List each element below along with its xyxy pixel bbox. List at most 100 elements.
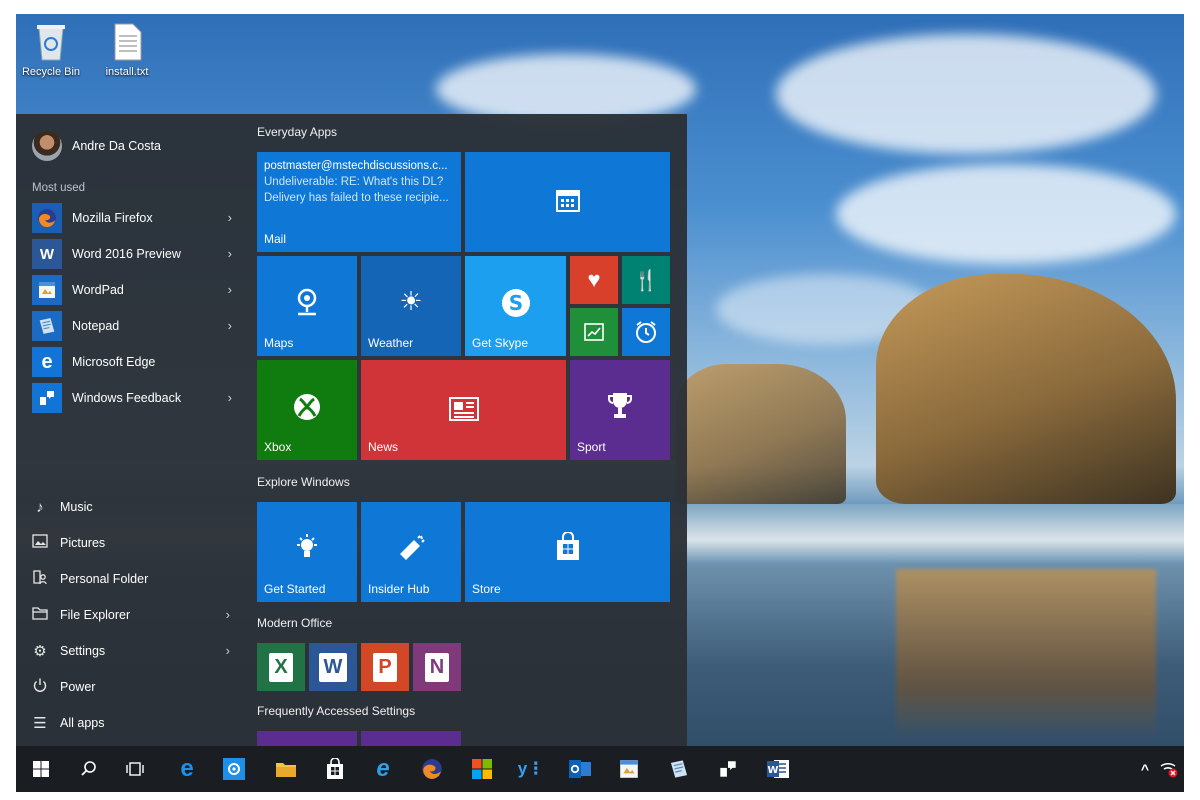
store-icon[interactable] [320, 754, 350, 784]
outlook-icon[interactable] [565, 754, 595, 784]
chevron-right-icon[interactable]: › [226, 607, 230, 622]
tile-powerpoint[interactable]: P [361, 643, 409, 691]
desktop-icon-label: install.txt [105, 66, 149, 78]
app-item-word-2016[interactable]: W Word 2016 Preview › [32, 236, 232, 272]
firefox-icon[interactable] [417, 754, 447, 784]
fork-knife-icon: 🍴 [633, 269, 659, 292]
chevron-right-icon[interactable]: › [228, 390, 232, 405]
xbox-icon [257, 392, 357, 427]
word-icon[interactable]: W [763, 754, 793, 784]
tile-insider-hub[interactable]: Insider Hub [361, 502, 461, 602]
wallpaper-cloud [836, 164, 1176, 264]
tile-excel[interactable]: X [257, 643, 305, 691]
internet-explorer-icon[interactable]: e [368, 754, 398, 784]
wordpad-icon[interactable] [614, 754, 644, 784]
app-label: Mozilla Firefox [72, 211, 153, 225]
tile-get-skype[interactable]: S Get Skype [465, 256, 566, 356]
app-item-edge[interactable]: e Microsoft Edge [32, 344, 232, 380]
place-label: Pictures [60, 536, 106, 550]
tile-money[interactable] [570, 308, 618, 356]
place-item-pictures[interactable]: Pictures [30, 525, 230, 561]
tile-word[interactable]: W [309, 643, 357, 691]
tile-maps[interactable]: Maps [257, 256, 357, 356]
heart-icon: ♥ [587, 267, 601, 292]
tile-store[interactable]: Store [465, 502, 670, 602]
tile-label: Maps [264, 336, 294, 350]
app-label: Windows Feedback [72, 391, 182, 405]
chevron-right-icon[interactable]: › [228, 318, 232, 333]
place-label: File Explorer [60, 608, 131, 622]
gear-icon: ⚙ [33, 643, 47, 660]
taskbar: e e y⋮ W ^ [16, 746, 1184, 792]
feedback-icon [32, 383, 62, 413]
tile-weather[interactable]: ☀ Weather [361, 256, 461, 356]
desktop-icon-install-txt[interactable]: install.txt [92, 22, 162, 78]
tile-xbox[interactable]: Xbox [257, 360, 357, 460]
tile-food[interactable]: 🍴 [622, 256, 670, 304]
svg-text:W: W [767, 765, 778, 776]
file-explorer-icon[interactable] [271, 754, 301, 784]
place-item-file-explorer[interactable]: File Explorer › [30, 597, 230, 633]
tile-label: Get Skype [472, 336, 529, 350]
place-item-personal-folder[interactable]: Personal Folder [30, 561, 230, 597]
place-item-power[interactable]: Power [30, 669, 230, 705]
desktop-icon-label: Recycle Bin [21, 66, 81, 78]
place-item-music[interactable]: ♪ Music [30, 489, 230, 525]
chevron-right-icon[interactable]: › [228, 282, 232, 297]
wallpaper-rock-arch [876, 274, 1176, 504]
task-view-icon[interactable] [120, 754, 150, 784]
text-file-icon [109, 22, 145, 62]
windows-start-icon[interactable] [26, 754, 56, 784]
place-item-all-apps[interactable]: ☰ All apps [30, 705, 230, 741]
tile-get-started[interactable]: Get Started [257, 502, 357, 602]
edge-icon[interactable]: e [172, 754, 202, 784]
app-item-wordpad[interactable]: WordPad › [32, 272, 232, 308]
mail-preview-text: Delivery has failed to these recipie... [264, 192, 449, 204]
user-name: Andre Da Costa [72, 139, 161, 153]
tile-calendar[interactable] [465, 152, 670, 252]
desktop-icon-recycle-bin[interactable]: Recycle Bin [16, 22, 86, 78]
tile-label: Mail [264, 232, 287, 246]
tile-sport[interactable]: Sport [570, 360, 670, 460]
tile-mail[interactable]: postmaster@mstechdiscussions.c... Undeli… [257, 152, 461, 252]
app-item-windows-feedback[interactable]: Windows Feedback › [32, 380, 232, 416]
place-label: Settings [60, 644, 106, 658]
user-account[interactable]: Andre Da Costa [32, 130, 161, 162]
personal-folder-icon [30, 569, 50, 589]
network-error-icon[interactable] [1154, 754, 1184, 784]
tile-onenote[interactable]: N [413, 643, 461, 691]
tile-label: Sport [577, 440, 606, 454]
trophy-icon [570, 390, 670, 427]
places-list: ♪ Music Pictures Personal Folder File Ex… [30, 489, 230, 741]
power-icon [30, 677, 50, 697]
yammer-icon[interactable]: y⋮ [516, 754, 546, 784]
calendar-icon [465, 186, 670, 219]
app-item-firefox[interactable]: Mozilla Firefox › [32, 200, 232, 236]
music-note-icon: ♪ [36, 498, 44, 516]
chevron-right-icon[interactable]: › [228, 210, 232, 225]
tile-alarms[interactable] [622, 308, 670, 356]
tile-settings-partial[interactable] [361, 731, 461, 746]
tile-news[interactable]: News [361, 360, 566, 460]
feedback-icon[interactable] [713, 754, 743, 784]
app-icon[interactable] [219, 754, 249, 784]
tile-label: Insider Hub [368, 582, 430, 596]
most-used-list: Mozilla Firefox › W Word 2016 Preview › … [32, 200, 232, 416]
windows-logo-icon[interactable] [467, 754, 497, 784]
sun-icon: ☀ [399, 286, 423, 316]
group-title-explore-windows: Explore Windows [257, 475, 350, 489]
group-title-everyday-apps: Everyday Apps [257, 125, 338, 139]
app-label: Word 2016 Preview [72, 247, 181, 261]
chevron-right-icon[interactable]: › [226, 643, 230, 658]
app-label: Microsoft Edge [72, 355, 156, 369]
search-icon[interactable] [74, 754, 104, 784]
edge-icon: e [32, 347, 62, 377]
desktop-screen: Recycle Bin install.txt Andre Da Costa M… [16, 14, 1184, 792]
tile-settings-partial[interactable] [257, 731, 357, 746]
notepad-icon [32, 311, 62, 341]
tile-health[interactable]: ♥ [570, 256, 618, 304]
place-item-settings[interactable]: ⚙ Settings › [30, 633, 230, 669]
chevron-right-icon[interactable]: › [228, 246, 232, 261]
app-item-notepad[interactable]: Notepad › [32, 308, 232, 344]
notepad-icon[interactable] [664, 754, 694, 784]
